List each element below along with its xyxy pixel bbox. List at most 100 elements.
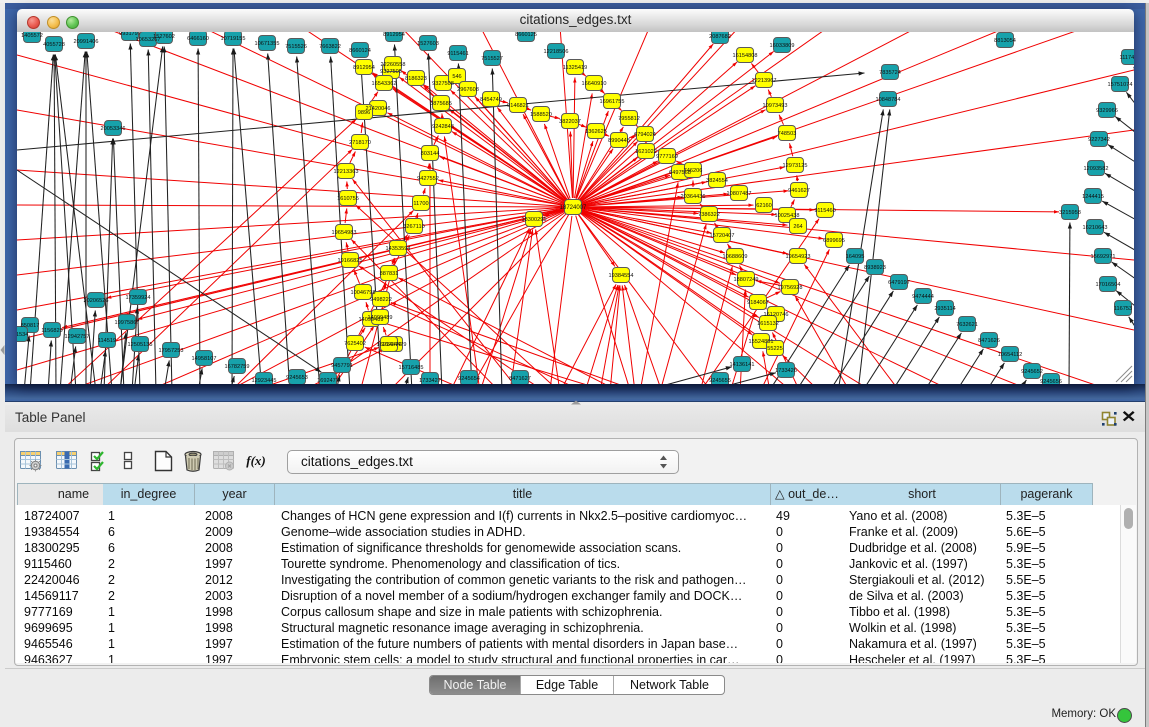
- svg-text:3822037: 3822037: [559, 119, 581, 125]
- svg-text:1527603: 1527603: [417, 41, 439, 47]
- svg-text:16154808: 16154808: [733, 53, 758, 59]
- svg-text:2935114: 2935114: [934, 306, 955, 312]
- svg-text:9461627: 9461627: [788, 188, 810, 194]
- svg-text:1362625: 1362625: [585, 129, 607, 135]
- svg-text:9457791: 9457791: [331, 363, 353, 369]
- svg-text:11325419: 11325419: [563, 65, 587, 71]
- svg-text:10654112: 10654112: [998, 352, 1022, 358]
- svg-text:9227342: 9227342: [1088, 137, 1110, 143]
- svg-text:9146821: 9146821: [507, 103, 529, 109]
- svg-text:1692477: 1692477: [317, 378, 339, 384]
- svg-text:16210643: 16210643: [1083, 225, 1108, 231]
- svg-text:11700: 11700: [413, 201, 428, 207]
- svg-text:20053346: 20053346: [101, 126, 126, 132]
- svg-text:887831: 887831: [380, 271, 399, 277]
- svg-text:7515527: 7515527: [481, 56, 503, 62]
- svg-text:1117453: 1117453: [1120, 55, 1134, 61]
- svg-text:3875685: 3875685: [430, 101, 452, 107]
- svg-text:164095: 164095: [846, 254, 865, 260]
- svg-text:8660125: 8660125: [515, 32, 537, 38]
- svg-text:62160: 62160: [756, 203, 772, 209]
- svg-text:1527602: 1527602: [153, 34, 175, 40]
- svg-text:17016504: 17016504: [1096, 282, 1121, 288]
- svg-text:1733426: 1733426: [775, 368, 797, 374]
- svg-text:14136141: 14136141: [730, 362, 755, 368]
- svg-text:803144: 803144: [421, 151, 440, 157]
- svg-text:1244415: 1244415: [1082, 194, 1104, 200]
- svg-text:9474444: 9474444: [912, 294, 934, 300]
- svg-text:9427552: 9427552: [417, 176, 439, 182]
- svg-text:264: 264: [793, 224, 802, 230]
- svg-text:9115460: 9115460: [814, 208, 835, 214]
- svg-text:12213967: 12213967: [752, 78, 777, 84]
- svg-text:9245652: 9245652: [1021, 369, 1043, 375]
- svg-text:10688609: 10688609: [723, 254, 748, 260]
- svg-text:9777169: 9777169: [656, 154, 678, 160]
- svg-text:7663822: 7663822: [319, 44, 341, 50]
- svg-text:19654983: 19654983: [332, 230, 357, 236]
- svg-text:12942757: 12942757: [65, 334, 90, 340]
- svg-text:1156829: 1156829: [41, 328, 62, 334]
- svg-text:7386322: 7386322: [698, 212, 720, 218]
- svg-text:6466160: 6466160: [187, 36, 209, 42]
- svg-text:9242848: 9242848: [432, 124, 454, 130]
- svg-text:1615132: 1615132: [757, 321, 779, 327]
- svg-text:8813054: 8813054: [994, 38, 1016, 44]
- svg-text:16914479: 16914479: [377, 342, 402, 348]
- svg-text:116753: 116753: [1114, 306, 1132, 312]
- svg-text:15524851: 15524851: [749, 339, 774, 345]
- svg-text:19384554: 19384554: [609, 273, 634, 279]
- svg-text:7835724: 7835724: [879, 70, 901, 76]
- svg-text:16543362: 16543362: [372, 81, 397, 87]
- svg-text:12505135: 12505135: [128, 342, 153, 348]
- svg-text:f(x): f(x): [246, 453, 266, 468]
- svg-text:9498222: 9498222: [370, 297, 392, 303]
- svg-text:20206526: 20206526: [84, 298, 109, 304]
- svg-text:3824554: 3824554: [706, 178, 728, 184]
- svg-text:6479197: 6479197: [888, 280, 910, 286]
- svg-text:7632621: 7632621: [956, 322, 978, 328]
- svg-text:3215958: 3215958: [1059, 210, 1081, 216]
- svg-text:748503: 748503: [778, 131, 797, 137]
- svg-text:14958107: 14958107: [192, 356, 217, 362]
- svg-text:7955812: 7955812: [618, 116, 640, 122]
- svg-text:15692971: 15692971: [1091, 254, 1116, 260]
- svg-text:16782759: 16782759: [225, 364, 250, 370]
- svg-text:18724007: 18724007: [560, 205, 587, 211]
- svg-text:9245654: 9245654: [458, 376, 480, 382]
- svg-text:15720407: 15720407: [710, 233, 735, 239]
- svg-text:19756928: 19756928: [778, 285, 803, 291]
- svg-text:6899695: 6899695: [823, 238, 845, 244]
- svg-text:10848784: 10848784: [876, 97, 901, 103]
- svg-text:17957253: 17957253: [159, 348, 184, 354]
- svg-text:546: 546: [452, 74, 461, 80]
- svg-text:9896: 9896: [358, 110, 370, 116]
- svg-text:16640910: 16640910: [582, 81, 607, 87]
- svg-text:18300295: 18300295: [522, 217, 547, 223]
- svg-text:9115461: 9115461: [447, 51, 468, 57]
- svg-text:20364436: 20364436: [681, 194, 706, 200]
- svg-text:746206: 746206: [684, 168, 703, 174]
- svg-text:12213363: 12213363: [334, 169, 359, 175]
- svg-text:10807487: 10807487: [727, 191, 752, 197]
- svg-text:1588520: 1588520: [530, 112, 552, 118]
- svg-text:8660124: 8660124: [349, 48, 371, 54]
- svg-text:9245655: 9245655: [709, 378, 731, 384]
- svg-text:16120746: 16120746: [764, 312, 789, 318]
- svg-text:19166825: 19166825: [338, 258, 363, 264]
- svg-text:18807249: 18807249: [734, 277, 759, 283]
- svg-text:9245653: 9245653: [286, 375, 308, 381]
- svg-text:10973493: 10973493: [763, 103, 788, 109]
- svg-text:55225: 55225: [767, 346, 783, 352]
- svg-text:22260558: 22260558: [381, 62, 406, 68]
- svg-text:15751074: 15751074: [1108, 82, 1133, 88]
- svg-text:8938923: 8938923: [864, 265, 886, 271]
- svg-text:10671355: 10671355: [255, 41, 280, 47]
- svg-text:14353594: 14353594: [386, 246, 411, 252]
- svg-text:20991406: 20991406: [74, 39, 99, 45]
- svg-text:7625402: 7625402: [344, 341, 366, 347]
- svg-text:12923445: 12923445: [252, 378, 277, 384]
- svg-text:8471627: 8471627: [509, 376, 531, 382]
- svg-text:1621022: 1621022: [635, 149, 657, 155]
- svg-text:12218506: 12218506: [544, 49, 569, 55]
